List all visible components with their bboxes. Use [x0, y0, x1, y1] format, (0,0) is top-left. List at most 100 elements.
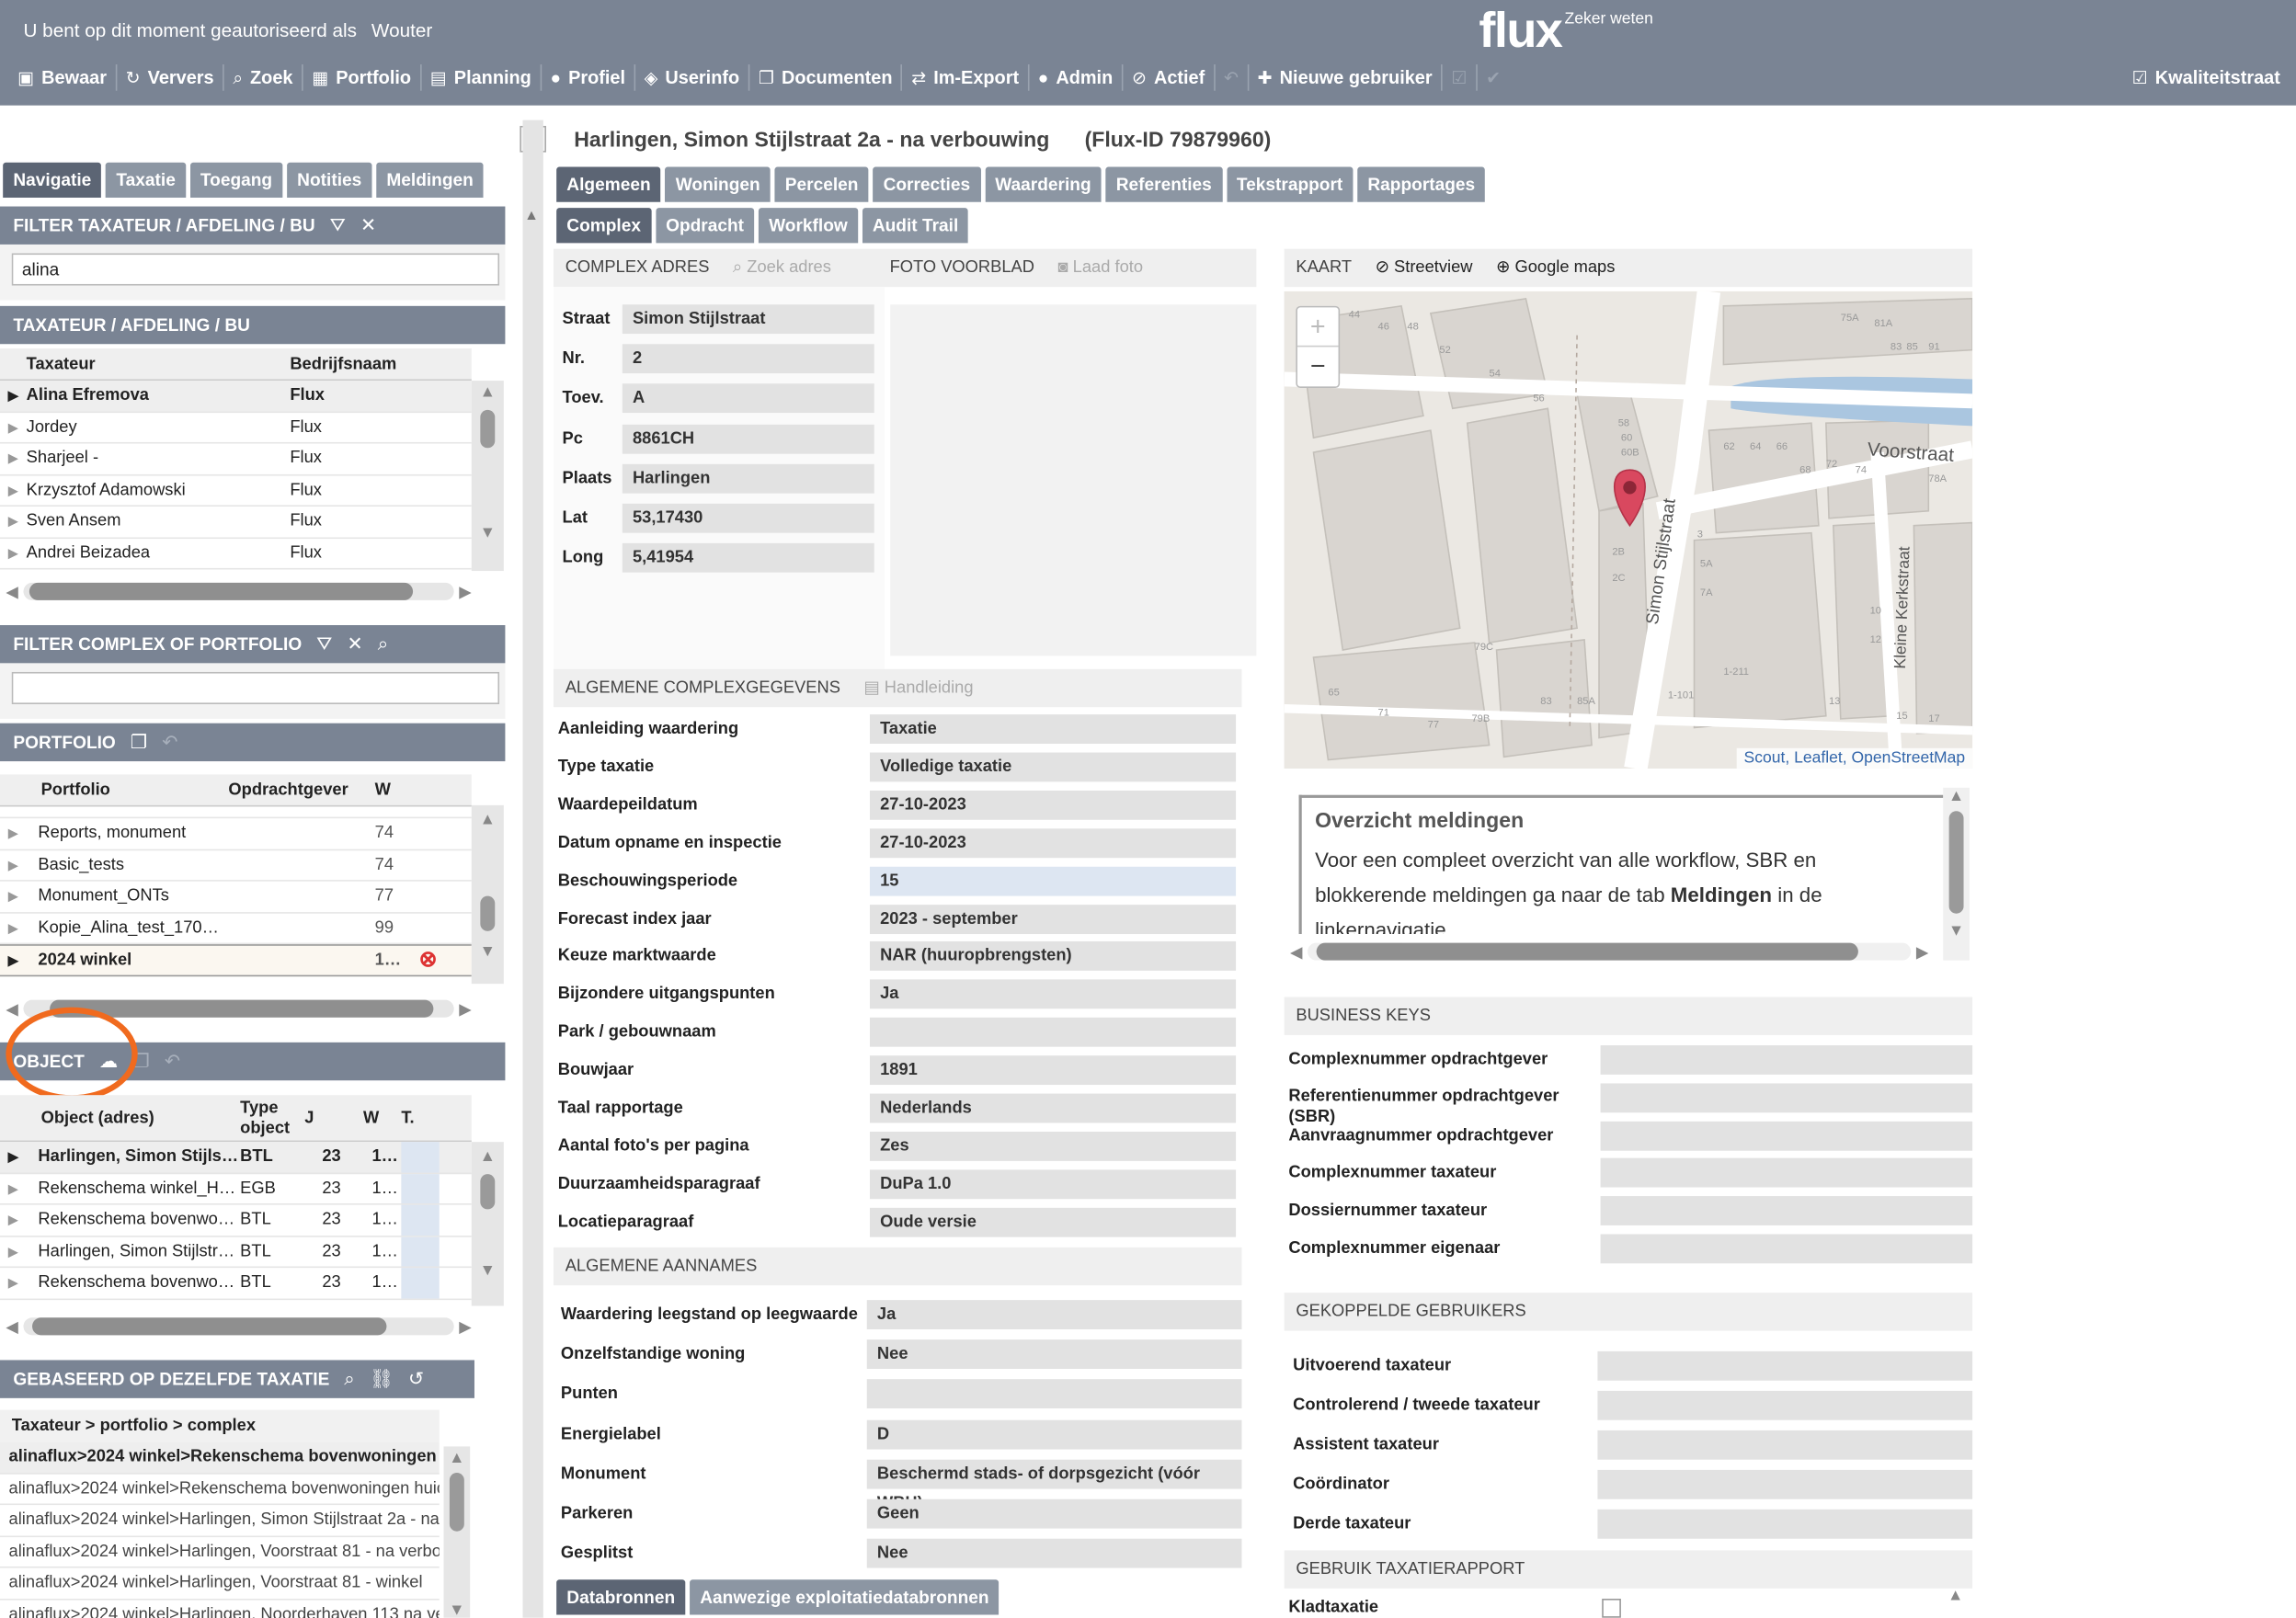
tab-rapportages[interactable]: Rapportages — [1357, 166, 1486, 202]
field-input[interactable]: Nederlands — [869, 1093, 1237, 1123]
planning-button[interactable]: ▤ Planning — [421, 64, 543, 91]
tab-meldingen[interactable]: Meldingen — [376, 162, 484, 198]
field-input[interactable]: Nee — [866, 1539, 1242, 1568]
field-input[interactable]: 5,41954 — [622, 543, 874, 573]
laad-foto-button[interactable]: ◙ Laad foto — [1057, 249, 1143, 287]
object-hscroll[interactable]: ◀ ▶ — [6, 1315, 472, 1338]
table-row[interactable]: ▶ Kopie_Alina_test_170… 99 — [0, 913, 472, 945]
tab-algemeen[interactable]: Algemeen — [556, 166, 661, 202]
tab-databronnen[interactable]: Databronnen — [556, 1579, 686, 1615]
field-input[interactable] — [869, 1018, 1237, 1047]
bewaar-button[interactable]: ▣ Bewaar — [9, 64, 118, 91]
notice-hscroll[interactable]: ◀ ▶ — [1290, 940, 1928, 963]
field-input[interactable]: Nee — [866, 1339, 1242, 1370]
field-input[interactable] — [1600, 1121, 1973, 1151]
field-input[interactable]: Zes — [869, 1131, 1237, 1161]
table-row[interactable]: ▶ Krzysztof Adamowski Flux — [0, 475, 472, 507]
google-maps-button[interactable]: ⊕ Google maps — [1496, 249, 1615, 287]
field-input[interactable] — [1597, 1390, 1973, 1420]
list-item[interactable]: alinaflux>2024 winkel>Harlingen, Voorstr… — [0, 1536, 440, 1568]
table-row[interactable]: ▶ 2024 winkel 1… ⊗ — [0, 944, 472, 976]
tab-correcties[interactable]: Correcties — [873, 166, 981, 202]
table-row[interactable]: ▶ Rekenschema bovenwo… BTL 23 1… — [0, 1204, 472, 1236]
zoom-out-button[interactable]: − — [1297, 347, 1339, 386]
history-icon[interactable]: ↺ — [408, 1360, 424, 1397]
field-input[interactable] — [1597, 1350, 1973, 1381]
map[interactable]: 44 46 48 52 54 56 58 60 60B 62 64 66 68 72 74 78A 3 5… — [1284, 291, 1973, 769]
portfolio-button[interactable]: ▦ Portfolio — [303, 64, 422, 91]
tab-audit-trail[interactable]: Audit Trail — [862, 208, 969, 244]
table-row[interactable]: ▶ Harlingen, Simon Stijls… BTL 23 1… — [0, 1142, 472, 1174]
filter-icon[interactable]: ⛛ — [330, 207, 346, 245]
field-input[interactable]: A — [622, 383, 874, 414]
field-input[interactable]: 1891 — [869, 1055, 1237, 1086]
panel-splitter[interactable]: ▲ — [522, 120, 543, 1618]
undo-button[interactable]: ↶ — [1215, 64, 1250, 91]
table-row[interactable]: ▶ Andrei Beizadea Flux — [0, 538, 472, 570]
tab-waardering[interactable]: Waardering — [985, 166, 1102, 202]
list-item[interactable]: alinaflux>2024 winkel>Rekenschema bovenw… — [0, 1441, 440, 1474]
undo-icon[interactable]: ↶ — [162, 724, 177, 761]
field-input[interactable]: 2 — [622, 344, 874, 374]
table-row[interactable]: ▶ Sharjeel - Flux — [0, 444, 472, 475]
field-input[interactable]: Taxatie — [869, 714, 1237, 744]
field-input[interactable]: 2023 - september — [869, 904, 1237, 934]
field-input[interactable]: Geen — [866, 1498, 1242, 1529]
field-input[interactable] — [1597, 1430, 1973, 1460]
search-icon[interactable]: ⌕ — [344, 1360, 355, 1397]
field-input[interactable] — [1600, 1158, 1973, 1189]
field-input[interactable] — [1600, 1045, 1973, 1075]
tab-woningen[interactable]: Woningen — [665, 166, 771, 202]
filter-icon[interactable]: ⛛ — [316, 625, 332, 663]
field-input[interactable]: 8861CH — [622, 424, 874, 454]
table-row[interactable]: ▶ Rekenschema winkel_H… EGB 23 1… — [0, 1173, 472, 1205]
field-input[interactable]: Ja — [866, 1300, 1242, 1329]
kladtaxatie-checkbox[interactable] — [1602, 1599, 1621, 1618]
actief-button[interactable]: ⊘ Actief — [1123, 64, 1216, 91]
table-row[interactable]: ▶ Rekenschema bovenwo… BTL 23 1… — [0, 1268, 472, 1300]
zoek-adres-button[interactable]: ⌕ Zoek adres — [733, 249, 831, 287]
tab-workflow[interactable]: Workflow — [758, 208, 858, 244]
nieuwe-gebruiker-button[interactable]: ✚ Nieuwe gebruiker — [1249, 64, 1443, 91]
gebruik-scroll-up[interactable]: ▲ — [1948, 1587, 1963, 1604]
table-row[interactable]: ▶ Alina Efremova Flux — [0, 381, 472, 413]
profiel-button[interactable]: ● Profiel — [542, 64, 636, 91]
copy-icon[interactable]: ❐ — [131, 724, 148, 761]
taxateur-hscroll[interactable]: ◀ ▶ — [6, 580, 472, 603]
list-item[interactable]: alinaflux>2024 winkel>Rekenschema bovenw… — [0, 1474, 440, 1506]
ververs-button[interactable]: ↻ Ververs — [117, 64, 224, 91]
link-icon[interactable]: ⛓ — [370, 1360, 394, 1397]
admin-button[interactable]: ● Admin — [1029, 64, 1124, 91]
tab-toegang[interactable]: Toegang — [189, 162, 283, 198]
tab-complex[interactable]: Complex — [556, 208, 652, 244]
field-input[interactable]: 27-10-2023 — [869, 790, 1237, 820]
zoom-in-button[interactable]: + — [1296, 307, 1339, 348]
tab-opdracht[interactable]: Opdracht — [655, 208, 755, 244]
zoom-search-icon[interactable]: ⌕ — [378, 625, 389, 663]
tab-percelen[interactable]: Percelen — [774, 166, 869, 202]
check-button[interactable]: ✔ — [1478, 64, 1510, 91]
tab-tekstrapport[interactable]: Tekstrapport — [1226, 166, 1354, 202]
tab-notities[interactable]: Notities — [287, 162, 372, 198]
table-row[interactable]: ▶ Jordey Flux — [0, 412, 472, 444]
table-row[interactable]: ▶ Monument_ONTs 77 — [0, 882, 472, 913]
field-input[interactable]: 15 — [869, 866, 1237, 895]
object-vscroll[interactable]: ▲ ▼ — [471, 1142, 504, 1306]
field-input[interactable]: Simon Stijlstraat — [622, 304, 874, 335]
field-input[interactable]: Oude versie — [869, 1207, 1237, 1237]
based-vscroll[interactable]: ▲ ▼ — [443, 1446, 471, 1618]
field-input[interactable]: 27-10-2023 — [869, 827, 1237, 858]
table-row[interactable]: ▶ Reports, monument 74 — [0, 818, 472, 850]
field-input[interactable] — [1600, 1083, 1973, 1112]
list-item[interactable]: alinaflux>2024 winkel>Harlingen, Simon S… — [0, 1505, 440, 1537]
tab-referenties[interactable]: Referenties — [1105, 166, 1222, 202]
field-input[interactable]: 53,17430 — [622, 503, 874, 533]
handleiding-link[interactable]: ▤ Handleiding — [863, 669, 973, 707]
field-input[interactable]: D — [866, 1419, 1242, 1449]
list-item[interactable]: alinaflux>2024 winkel>Harlingen, Voorstr… — [0, 1568, 440, 1600]
portfolio-vscroll[interactable]: ▲ ▼ — [471, 804, 504, 985]
clear-filter-icon[interactable]: ✕ — [360, 207, 376, 245]
complex-filter-input[interactable] — [11, 671, 500, 704]
clear-filter-icon[interactable]: ✕ — [347, 625, 362, 663]
undo-icon[interactable]: ↶ — [165, 1043, 180, 1080]
